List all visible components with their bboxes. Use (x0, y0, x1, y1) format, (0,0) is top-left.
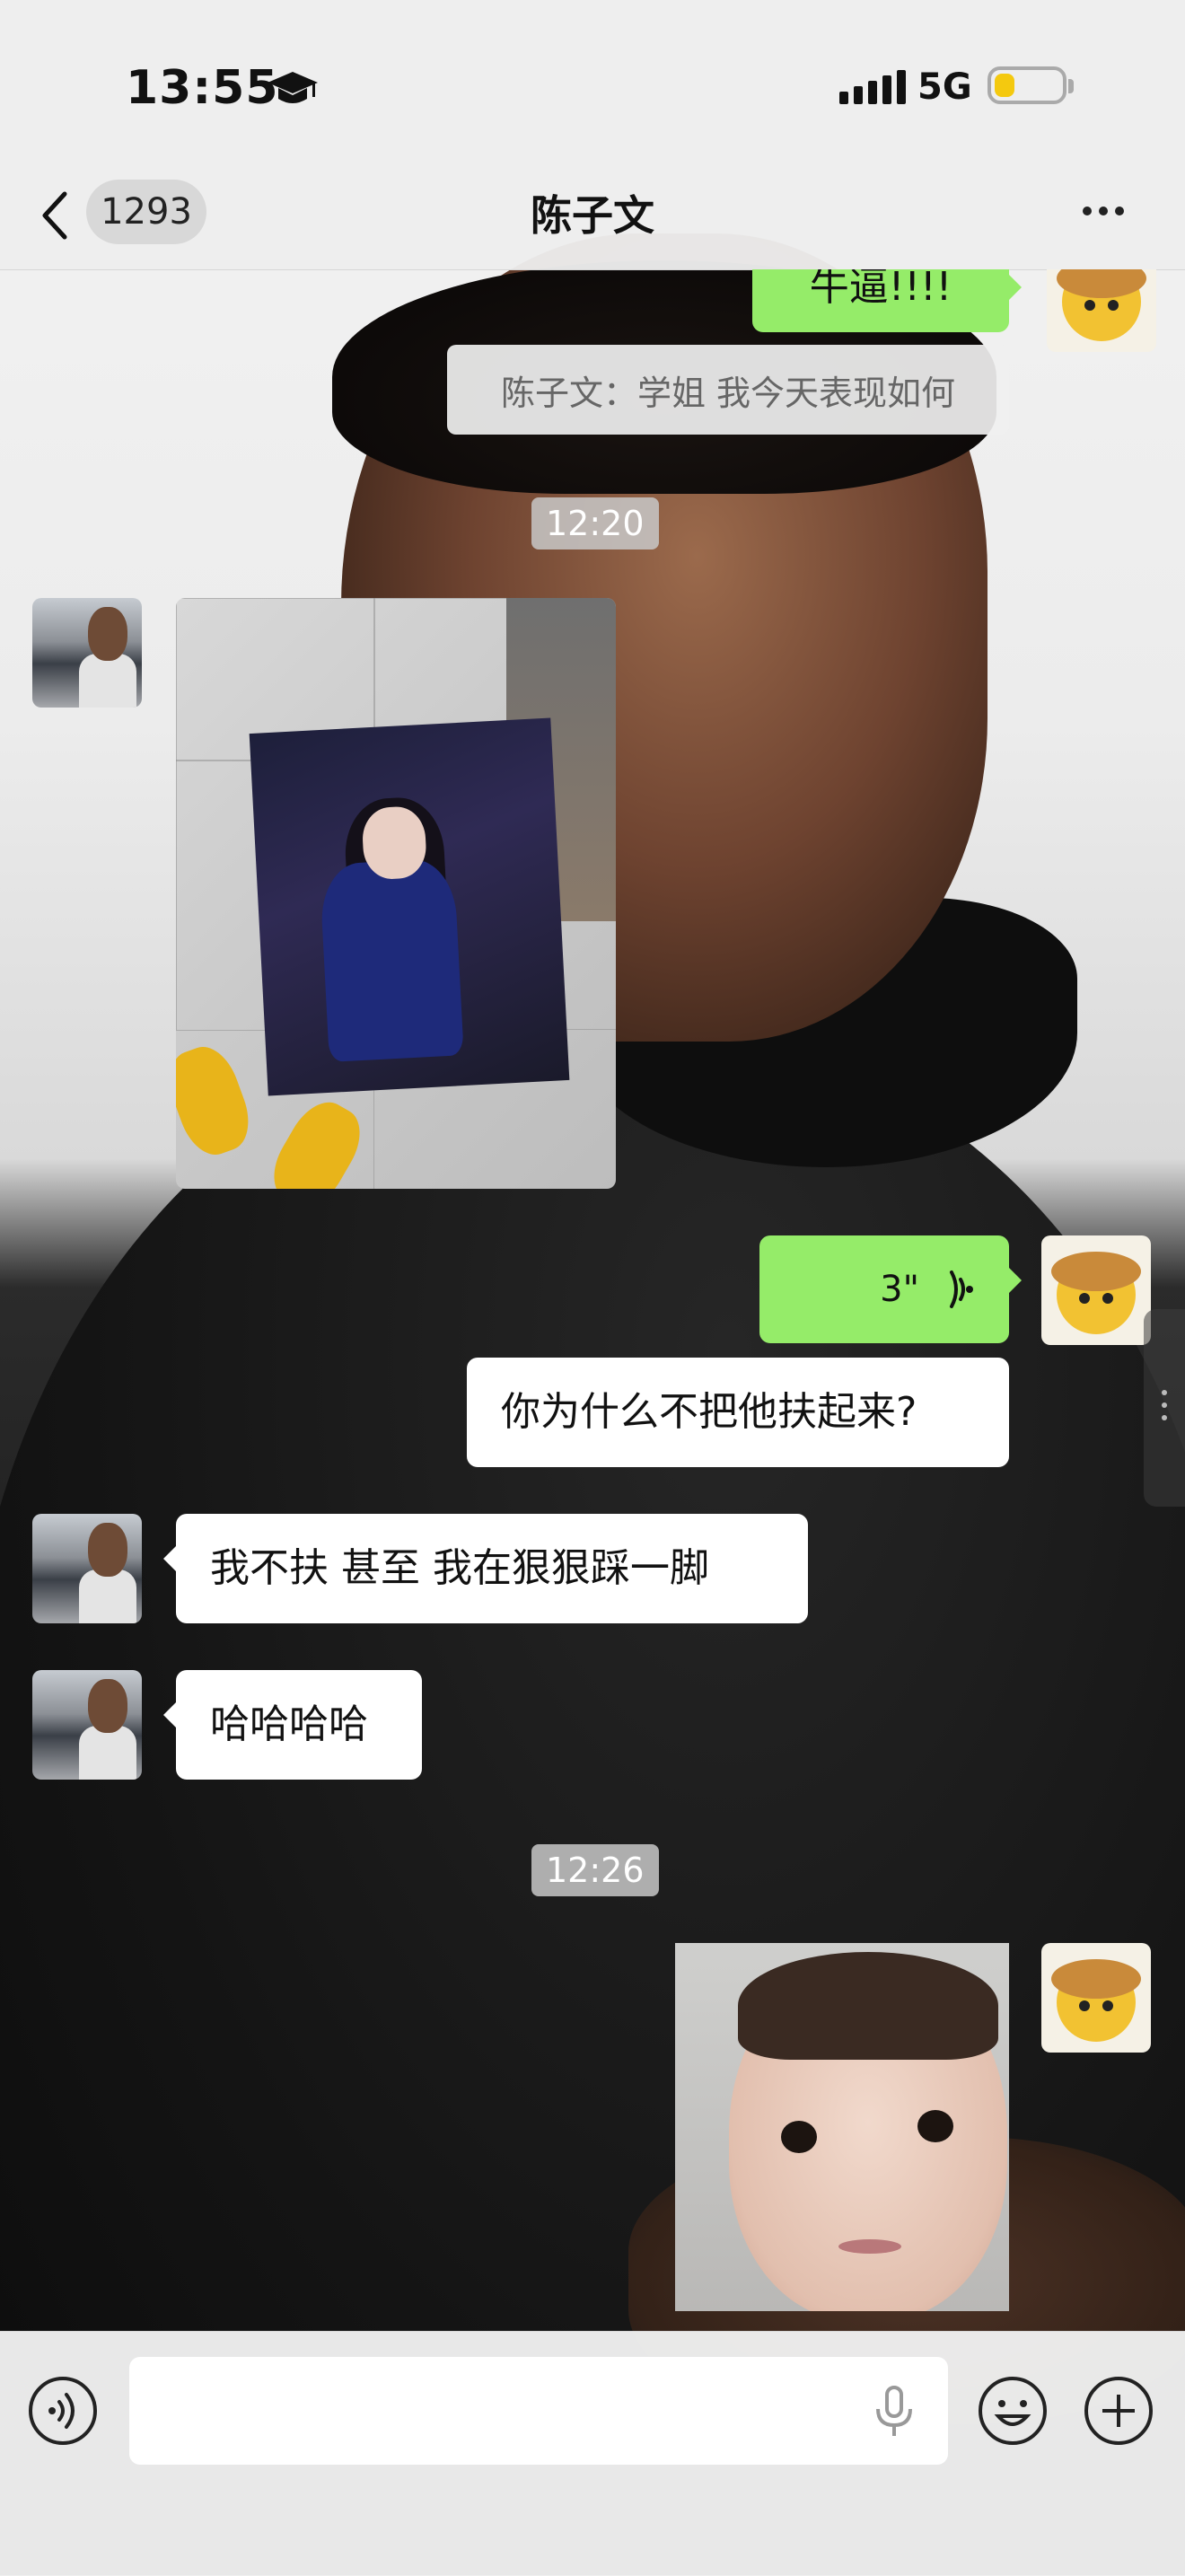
my-avatar[interactable] (1041, 1943, 1151, 2053)
voice-duration: 3" (880, 1269, 919, 1310)
my-avatar[interactable] (1041, 1235, 1151, 1345)
message-bubble-outgoing[interactable]: 你为什么不把他扶起来? (467, 1358, 1009, 1467)
contact-avatar[interactable] (32, 1514, 142, 1623)
graduation-cap-icon (268, 72, 318, 103)
input-bar (0, 2331, 1185, 2576)
voice-wave-icon (950, 1270, 973, 1308)
emoji-icon[interactable] (977, 2375, 1049, 2447)
image-message[interactable] (675, 1943, 1009, 2311)
signal-icon (839, 70, 906, 104)
battery-icon (988, 66, 1074, 104)
message-bubble-incoming[interactable]: 哈哈哈哈 (163, 1670, 422, 1780)
image-message[interactable] (176, 598, 616, 1189)
timestamp: 12:26 (531, 1844, 659, 1896)
message-bubble-incoming[interactable]: 我不扶 甚至 我在狠狠踩一脚 (163, 1514, 808, 1623)
voice-input-icon[interactable] (27, 2375, 99, 2447)
message-input[interactable] (129, 2357, 948, 2465)
contact-avatar[interactable] (32, 598, 142, 708)
message-list[interactable]: 牛逼!!!! 陈子文：学姐 我今天表现如何 12:20 3" 你为什么不把他扶起… (0, 269, 1185, 2331)
more-options-icon[interactable] (1083, 207, 1124, 215)
my-avatar[interactable] (1047, 269, 1156, 352)
message-bubble-outgoing[interactable]: 牛逼!!!! (752, 269, 1022, 332)
chat-title: 陈子文 (531, 191, 654, 240)
chat-header: 1293 陈子文 (0, 171, 1185, 270)
status-bar: 13:55 5G (0, 0, 1185, 171)
scroll-handle[interactable] (1144, 1309, 1185, 1507)
network-type: 5G (917, 66, 972, 108)
status-time: 13:55 (126, 61, 279, 115)
contact-avatar[interactable] (32, 1670, 142, 1780)
quoted-message[interactable]: 陈子文：学姐 我今天表现如何 (447, 345, 1009, 435)
voice-message[interactable]: 3" (759, 1235, 1022, 1343)
timestamp: 12:20 (531, 497, 659, 549)
plus-icon[interactable] (1083, 2375, 1154, 2447)
microphone-icon[interactable] (873, 2386, 916, 2438)
